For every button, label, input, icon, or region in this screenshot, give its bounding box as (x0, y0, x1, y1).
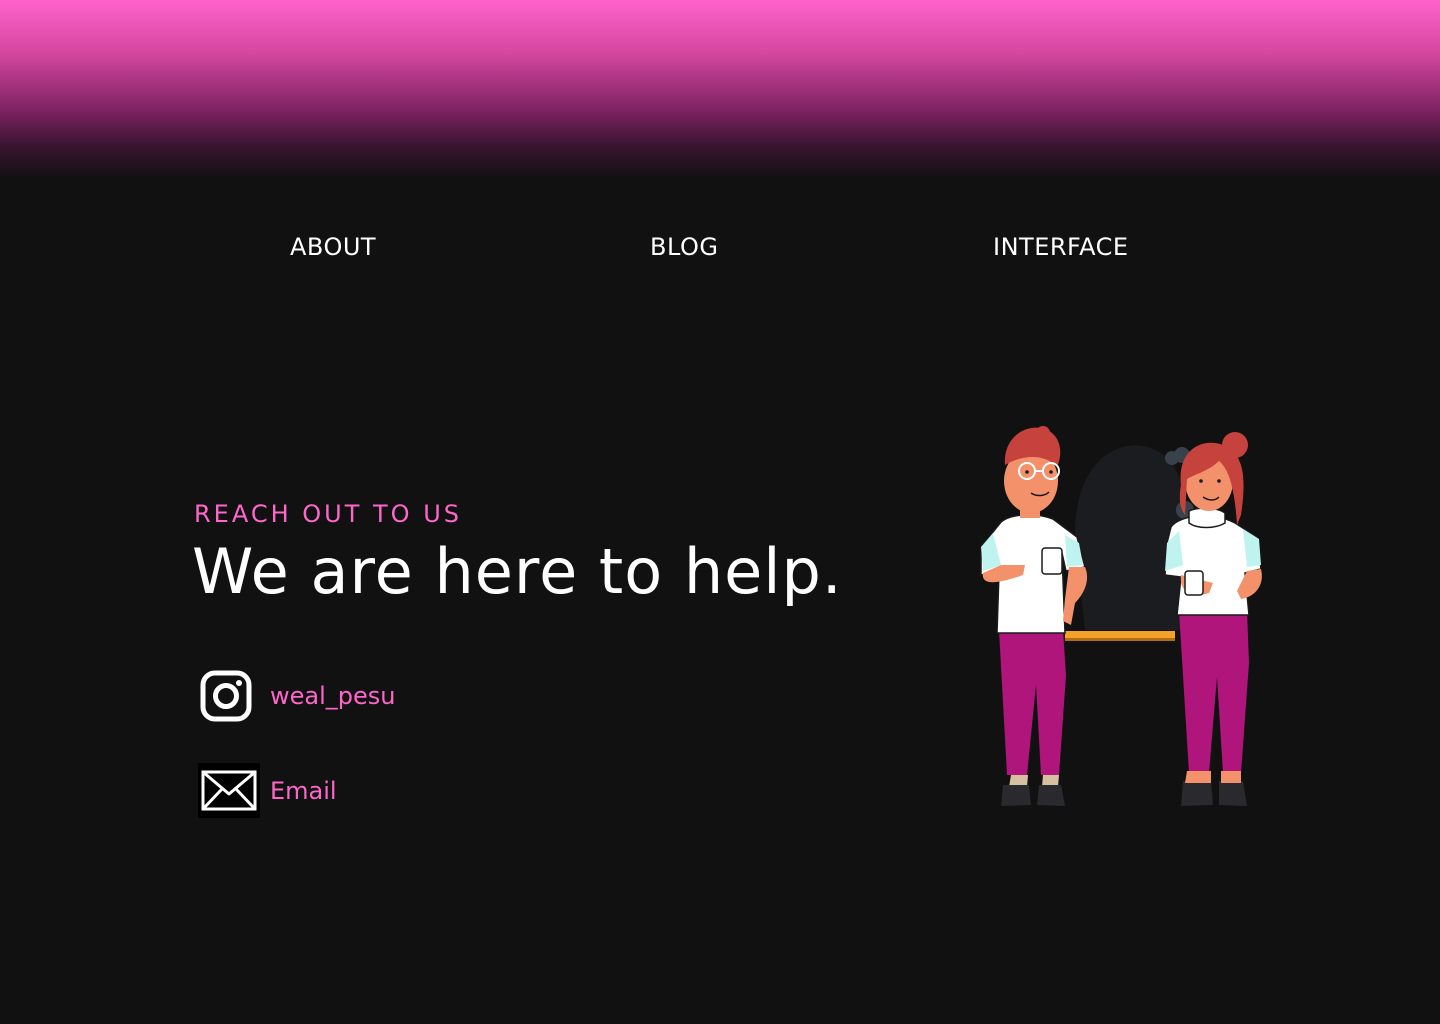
two-people-illustration (965, 415, 1275, 820)
section-eyebrow: REACH OUT TO US (194, 500, 462, 528)
email-label: Email (270, 776, 337, 805)
header-gradient-banner (0, 0, 1440, 178)
instagram-icon (198, 668, 260, 723)
nav-about-link[interactable]: ABOUT (290, 230, 376, 264)
contact-page: ABOUT BLOG INTERFACE REACH OUT TO US We … (0, 0, 1440, 1024)
mail-icon (198, 763, 260, 818)
instagram-handle: weal_pesu (270, 681, 396, 710)
email-contact-link[interactable]: Email (198, 763, 337, 818)
nav-blog-link[interactable]: BLOG (650, 230, 718, 264)
nav-interface-link[interactable]: INTERFACE (993, 230, 1129, 264)
instagram-contact-link[interactable]: weal_pesu (198, 668, 395, 723)
main-nav: ABOUT BLOG INTERFACE (0, 230, 1440, 264)
page-headline: We are here to help. (192, 535, 843, 608)
